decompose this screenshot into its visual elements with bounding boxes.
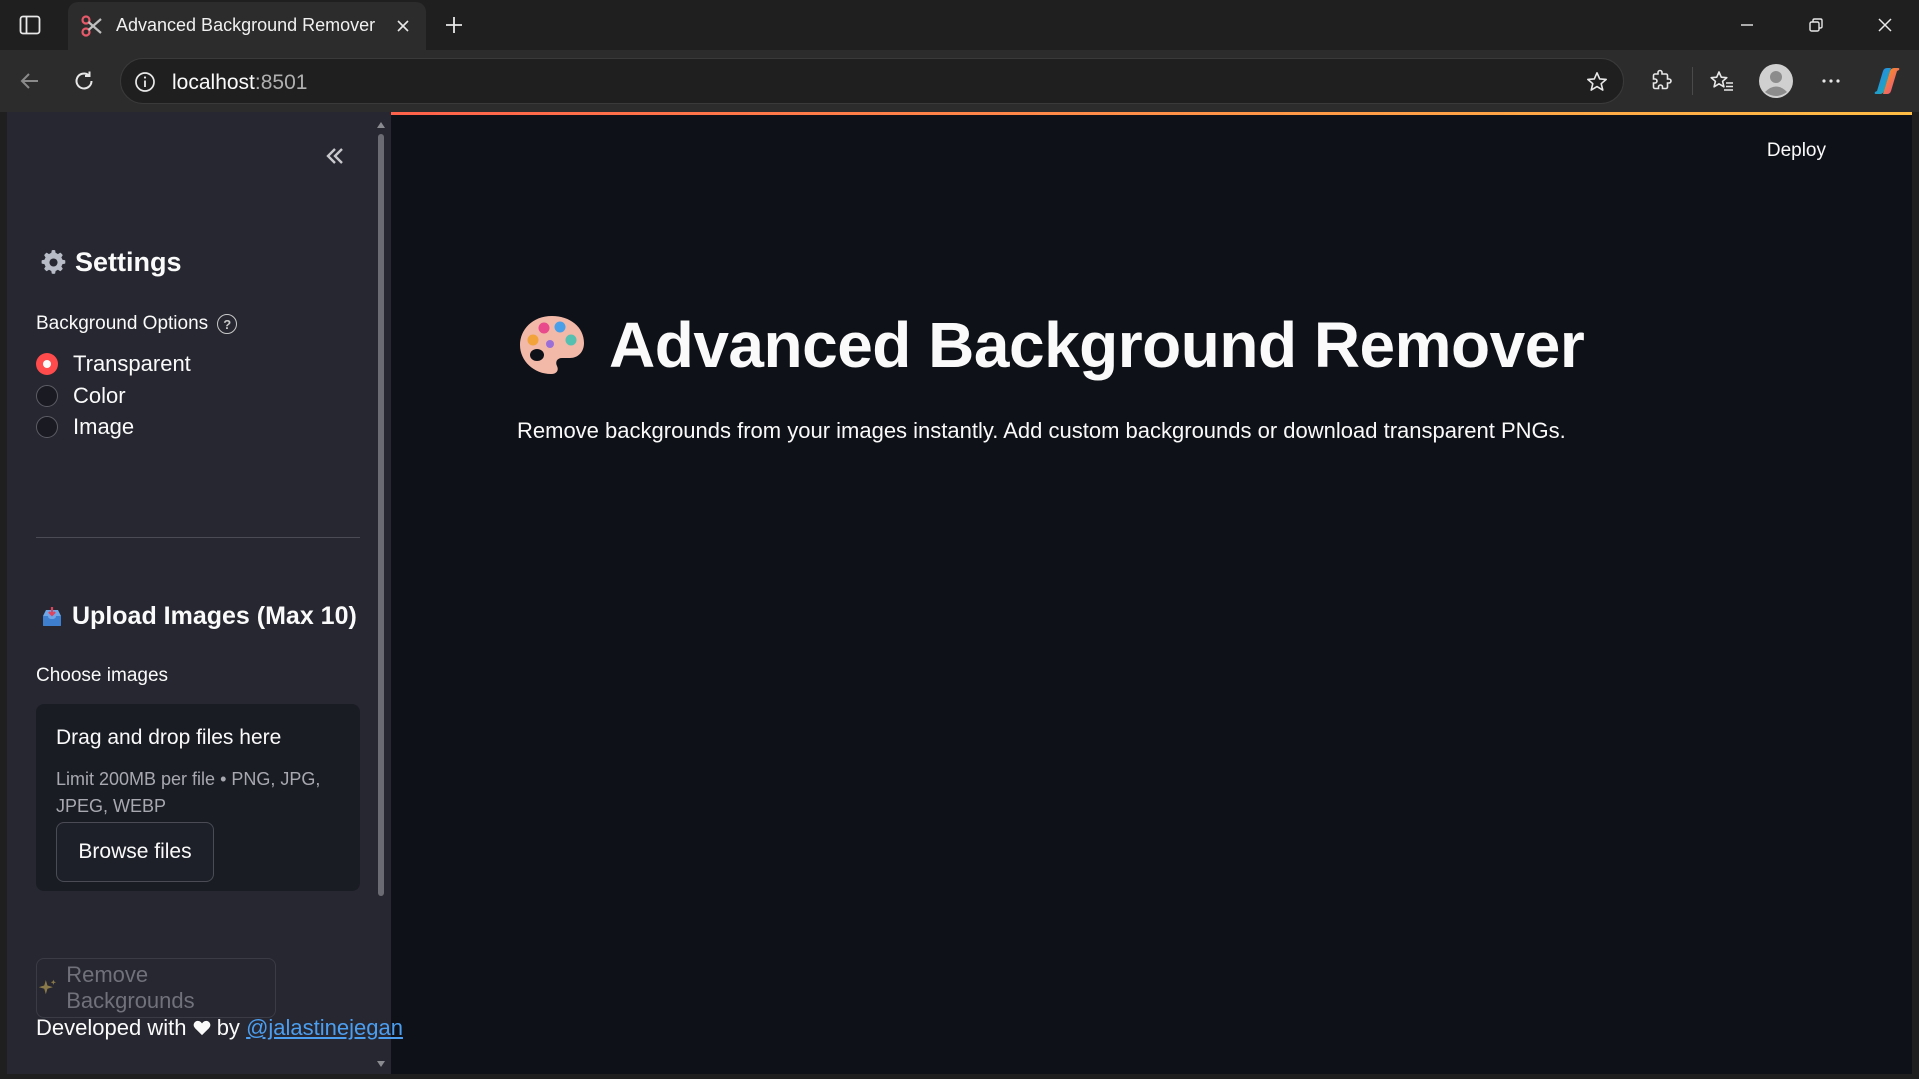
page-title: Advanced Background Remover xyxy=(609,309,1585,381)
back-button[interactable] xyxy=(12,63,48,99)
sparkles-icon xyxy=(38,979,57,995)
minimize-icon xyxy=(1741,24,1753,26)
deploy-button[interactable]: Deploy xyxy=(1767,140,1826,162)
dropzone-limit-text: Limit 200MB per file • PNG, JPG, JPEG, W… xyxy=(56,769,321,816)
profile-button[interactable] xyxy=(1758,63,1794,99)
favorite-star-button[interactable] xyxy=(1583,68,1611,96)
radio-button-selected[interactable] xyxy=(36,353,58,375)
upload-title: Upload Images (Max 10) xyxy=(72,602,357,630)
sidebar-divider xyxy=(36,537,360,538)
info-icon xyxy=(135,72,155,92)
scroll-up-arrow[interactable] xyxy=(377,122,385,128)
heart-icon xyxy=(193,1020,210,1036)
dropzone-title: Drag and drop files here xyxy=(56,726,282,749)
plus-icon xyxy=(446,17,462,33)
double-chevron-left-icon xyxy=(326,148,343,164)
back-icon xyxy=(20,73,38,89)
scissors-icon xyxy=(80,14,104,38)
url-host: localhost xyxy=(172,71,255,94)
browse-files-button[interactable]: Browse files xyxy=(56,822,214,882)
collapse-sidebar-button[interactable] xyxy=(319,140,351,172)
restore-button[interactable] xyxy=(1793,8,1839,42)
developed-by: by xyxy=(216,1015,240,1040)
browser-toolbar: localhost:8501 xyxy=(0,50,1919,112)
file-dropzone[interactable]: Drag and drop files here Limit 200MB per… xyxy=(36,704,360,891)
close-tab-button[interactable] xyxy=(392,15,414,37)
background-options-label: Background Options ? xyxy=(36,313,238,335)
palette-icon xyxy=(520,316,584,374)
radio-button[interactable] xyxy=(36,385,58,407)
close-window-button[interactable] xyxy=(1862,8,1908,42)
sidebar-scrollbar[interactable] xyxy=(377,122,385,1067)
remove-backgrounds-label: Remove Backgrounds xyxy=(66,962,195,1013)
minimize-button[interactable] xyxy=(1724,8,1770,42)
extensions-icon xyxy=(1652,69,1672,90)
more-icon xyxy=(1822,79,1840,83)
favorites-icon xyxy=(1710,71,1733,91)
radio-label: Image xyxy=(73,414,135,439)
sidebar-toggle-icon xyxy=(19,15,41,35)
radio-label: Transparent xyxy=(73,351,191,376)
remove-backgrounds-button[interactable]: Remove Backgrounds xyxy=(36,958,276,1018)
scroll-down-arrow[interactable] xyxy=(377,1061,385,1067)
page-subtitle: Remove backgrounds from your images inst… xyxy=(517,418,1566,443)
scrollbar-thumb[interactable] xyxy=(378,134,384,896)
gear-icon xyxy=(41,250,66,274)
sidebar: Settings Background Options ? Transparen… xyxy=(7,112,403,1074)
upload-heading: Upload Images (Max 10) xyxy=(40,602,357,631)
developed-prefix: Developed with xyxy=(36,1015,187,1040)
reload-icon xyxy=(75,71,93,90)
more-options-button[interactable] xyxy=(1813,63,1849,99)
help-icon[interactable]: ? xyxy=(217,314,238,334)
site-info-button[interactable] xyxy=(131,68,159,96)
window-bottom-border xyxy=(0,1074,1919,1079)
radio-button[interactable] xyxy=(36,416,58,438)
reload-button[interactable] xyxy=(66,63,102,99)
address-bar[interactable]: localhost:8501 xyxy=(120,58,1624,104)
copilot-button[interactable] xyxy=(1869,63,1905,99)
settings-title: Settings xyxy=(75,247,182,277)
close-icon xyxy=(1878,18,1892,32)
url-text[interactable]: localhost:8501 xyxy=(172,71,307,95)
main-heading: Advanced Background Remover xyxy=(517,308,1585,382)
choose-images-label: Choose images xyxy=(36,665,169,686)
profile-icon xyxy=(1759,64,1793,98)
favorites-button[interactable] xyxy=(1704,63,1740,99)
radio-option-transparent[interactable]: Transparent xyxy=(36,351,191,377)
browser-tab-bar: Advanced Background Remover xyxy=(0,0,1919,50)
developer-credit: Developed with by @jalastinejegan xyxy=(36,1015,403,1041)
new-tab-button[interactable] xyxy=(438,10,470,40)
copilot-icon xyxy=(1874,68,1900,94)
close-icon xyxy=(397,20,409,32)
url-port: :8501 xyxy=(254,71,308,94)
toolbar-separator xyxy=(1692,67,1693,95)
radio-label: Color xyxy=(73,383,126,408)
restore-icon xyxy=(1809,18,1823,32)
streamlit-app: Settings Background Options ? Transparen… xyxy=(7,112,1912,1074)
extensions-button[interactable] xyxy=(1643,63,1679,99)
background-options-text: Background Options xyxy=(36,313,209,334)
settings-heading: Settings xyxy=(40,247,182,278)
radio-option-image[interactable]: Image xyxy=(36,414,134,440)
tab-title: Advanced Background Remover xyxy=(116,15,376,35)
tab-actions-button[interactable] xyxy=(14,10,46,40)
radio-option-color[interactable]: Color xyxy=(36,383,126,409)
browser-tab-active[interactable]: Advanced Background Remover xyxy=(68,2,426,50)
star-icon xyxy=(1587,72,1607,91)
inbox-tray-icon xyxy=(43,606,61,626)
